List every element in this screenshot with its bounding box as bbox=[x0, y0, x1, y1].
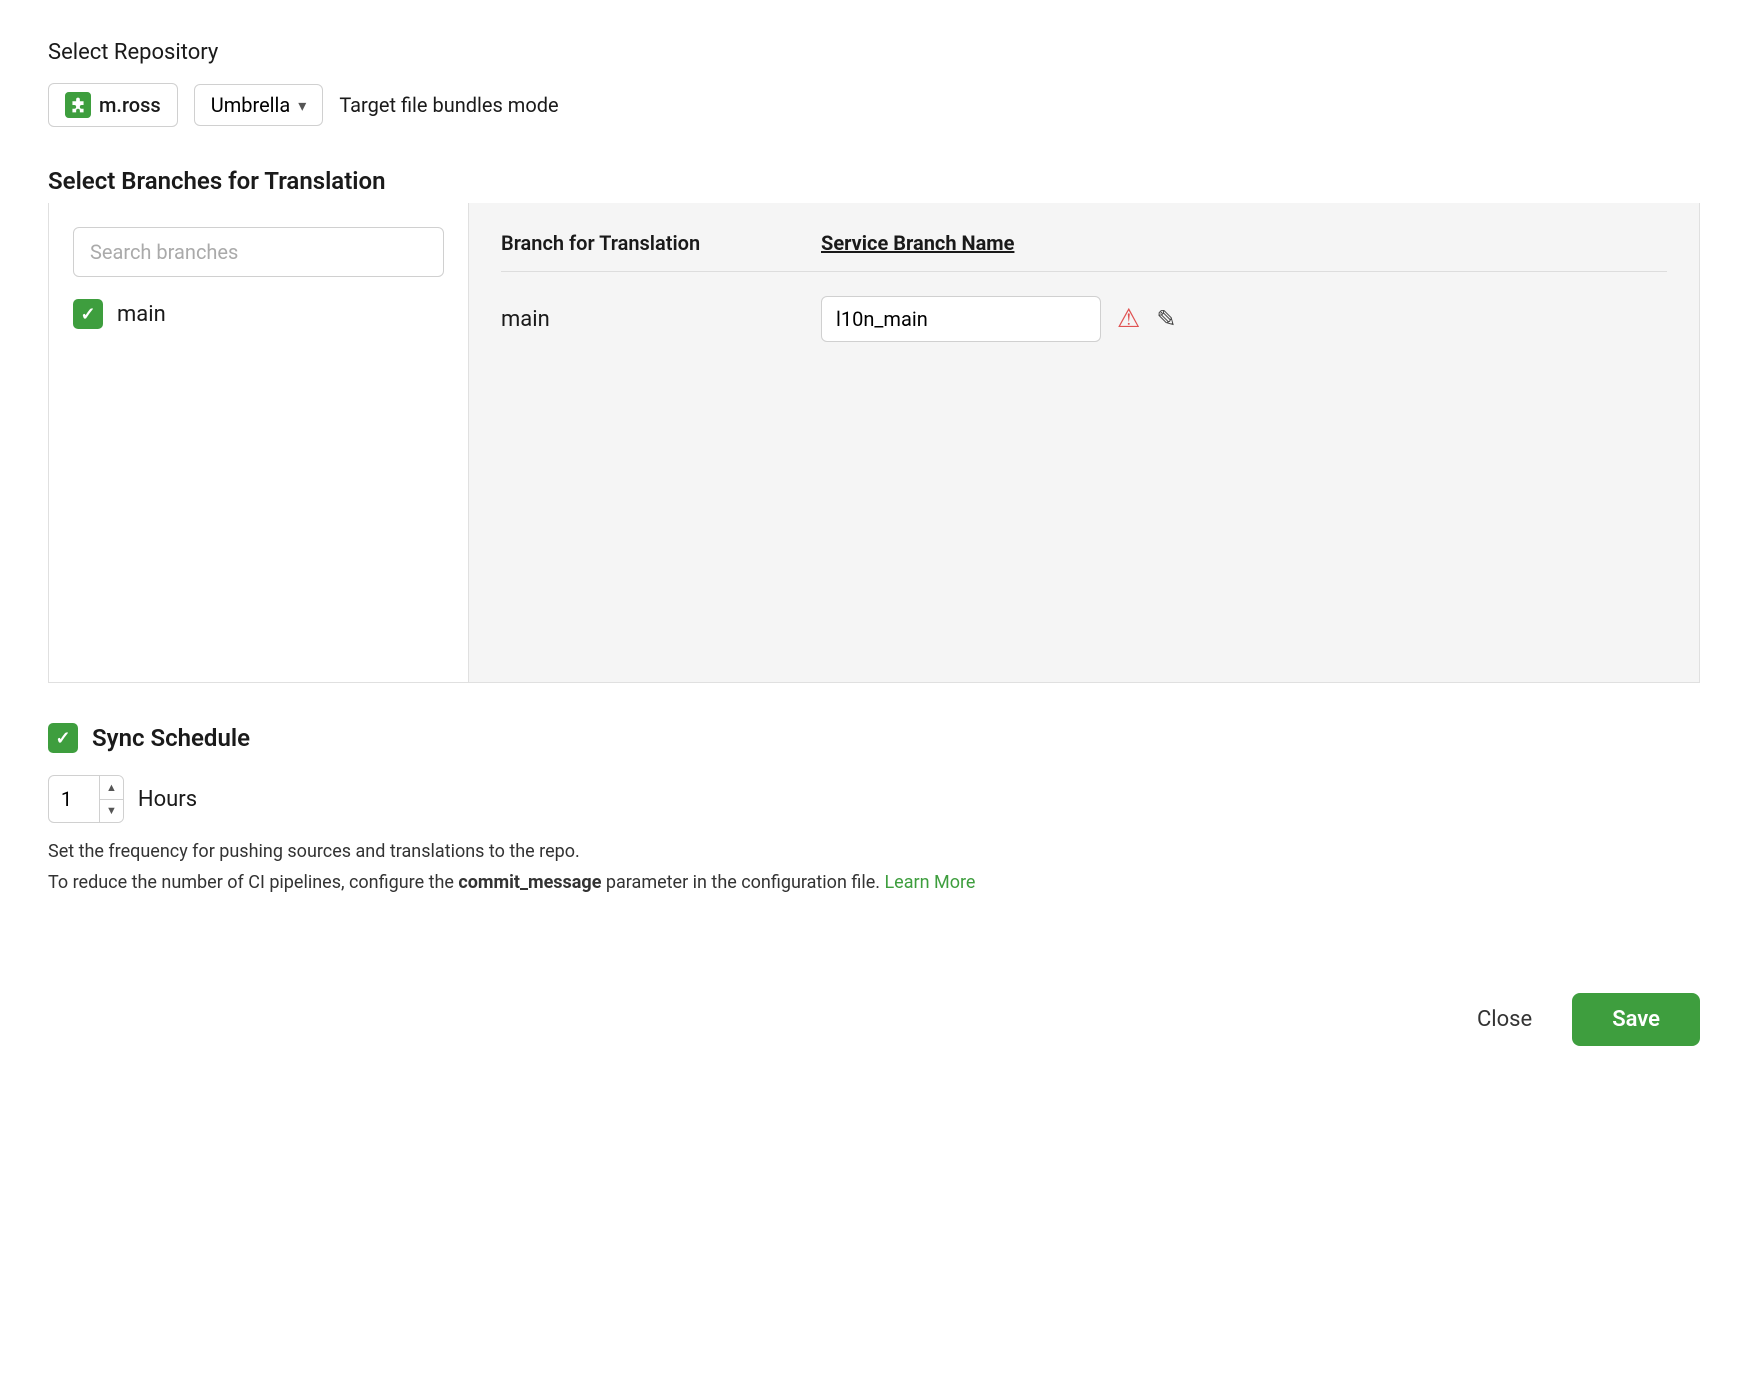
sync-label: Sync Schedule bbox=[92, 724, 250, 752]
branches-container: main Branch for Translation Service Bran… bbox=[48, 203, 1700, 683]
branch-checkbox-main[interactable] bbox=[73, 299, 103, 329]
hours-input-wrapper: ▲ ▼ bbox=[48, 775, 124, 823]
col-service-header[interactable]: Service Branch Name bbox=[821, 231, 1014, 255]
sync-schedule-section: Sync Schedule ▲ ▼ Hours Set the frequenc… bbox=[48, 723, 1700, 893]
spinner-up-button[interactable]: ▲ bbox=[100, 776, 123, 800]
hours-row: ▲ ▼ Hours bbox=[48, 775, 1700, 823]
hours-input[interactable] bbox=[49, 787, 99, 811]
umbrella-dropdown[interactable]: Umbrella ▾ bbox=[194, 84, 324, 126]
top-bar: m.ross Umbrella ▾ Target file bundles mo… bbox=[48, 83, 1700, 127]
table-header: Branch for Translation Service Branch Na… bbox=[501, 231, 1667, 272]
spinner-buttons: ▲ ▼ bbox=[99, 776, 123, 822]
branches-right-panel: Branch for Translation Service Branch Na… bbox=[469, 203, 1699, 682]
save-button[interactable]: Save bbox=[1572, 993, 1700, 1046]
dropdown-label: Umbrella bbox=[211, 93, 291, 117]
chevron-down-icon: ▾ bbox=[298, 96, 306, 115]
select-repository-label: Select Repository bbox=[48, 40, 1700, 65]
branch-name-main: main bbox=[117, 302, 166, 327]
select-branches-label: Select Branches for Translation bbox=[48, 167, 1700, 195]
warning-icon[interactable]: ⚠ bbox=[1117, 304, 1140, 334]
learn-more-link[interactable]: Learn More bbox=[884, 872, 975, 893]
search-input[interactable] bbox=[73, 227, 444, 277]
select-repository-section: Select Repository m.ross Umbrella ▾ Targ… bbox=[48, 40, 1700, 127]
branches-left-panel: main bbox=[49, 203, 469, 682]
branch-item-main[interactable]: main bbox=[73, 299, 444, 329]
table-row: main ⚠ ✎ bbox=[501, 296, 1667, 342]
col-branch-header: Branch for Translation bbox=[501, 231, 821, 255]
select-branches-section: Select Branches for Translation main Bra… bbox=[48, 167, 1700, 683]
close-button[interactable]: Close bbox=[1457, 995, 1552, 1044]
branch-row-name: main bbox=[501, 307, 821, 332]
sync-label-row: Sync Schedule bbox=[48, 723, 1700, 753]
hours-label: Hours bbox=[138, 787, 197, 812]
service-name-input[interactable] bbox=[821, 296, 1101, 342]
help-text-2-prefix: To reduce the number of CI pipelines, co… bbox=[48, 872, 458, 893]
repo-badge[interactable]: m.ross bbox=[48, 83, 178, 127]
footer: Close Save bbox=[48, 973, 1700, 1046]
target-mode-text: Target file bundles mode bbox=[339, 93, 558, 117]
sync-checkbox[interactable] bbox=[48, 723, 78, 753]
edit-icon[interactable]: ✎ bbox=[1156, 305, 1176, 333]
help-text-2: To reduce the number of CI pipelines, co… bbox=[48, 872, 1700, 893]
spinner-down-button[interactable]: ▼ bbox=[100, 800, 123, 823]
puzzle-icon bbox=[65, 92, 91, 118]
repo-name: m.ross bbox=[99, 93, 161, 117]
commit-param: commit_message bbox=[458, 872, 601, 893]
row-actions: ⚠ ✎ bbox=[1117, 304, 1176, 334]
help-text-1: Set the frequency for pushing sources an… bbox=[48, 841, 1700, 862]
help-text-2-suffix: parameter in the configuration file. bbox=[601, 872, 880, 893]
